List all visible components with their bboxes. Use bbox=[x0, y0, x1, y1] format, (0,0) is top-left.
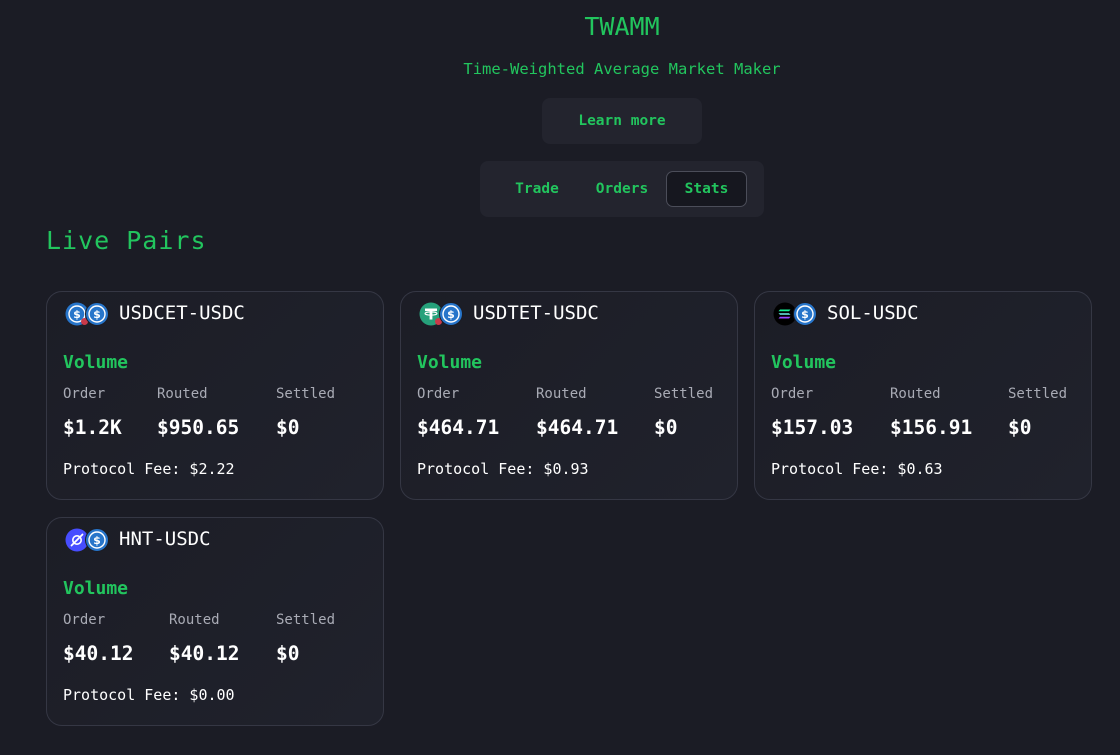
usdc-coin-icon: $ bbox=[793, 302, 817, 326]
order-label: Order bbox=[771, 386, 814, 402]
pair-icons: $ $ bbox=[65, 302, 117, 328]
pair-card-sol-usdc[interactable]: $ SOL-USDC Volume Order Routed Settled $… bbox=[754, 291, 1092, 500]
usdc-coin-icon: $ bbox=[85, 302, 109, 326]
tab-orders[interactable]: Orders bbox=[580, 171, 664, 207]
order-value: $40.12 bbox=[63, 642, 134, 665]
settled-value: $0 bbox=[276, 416, 300, 439]
routed-value: $156.91 bbox=[890, 416, 973, 439]
pair-card-hnt-usdc[interactable]: $ HNT-USDC Volume Order Routed Settled $… bbox=[46, 517, 384, 726]
pair-icons: $ bbox=[65, 528, 117, 554]
svg-text:$: $ bbox=[93, 308, 101, 321]
volume-label: Volume bbox=[417, 352, 483, 373]
pair-name: SOL-USDC bbox=[827, 302, 919, 324]
routed-label: Routed bbox=[169, 612, 220, 628]
settled-value: $0 bbox=[276, 642, 300, 665]
order-value: $1.2K bbox=[63, 416, 122, 439]
learn-more-button[interactable]: Learn more bbox=[542, 98, 702, 144]
app-subtitle: Time-Weighted Average Market Maker bbox=[463, 60, 781, 78]
tab-stats[interactable]: Stats bbox=[666, 171, 747, 207]
routed-value: $950.65 bbox=[157, 416, 240, 439]
usdc-coin-icon: $ bbox=[439, 302, 463, 326]
pair-icons: $ bbox=[773, 302, 825, 328]
routed-label: Routed bbox=[890, 386, 941, 402]
protocol-fee: Protocol Fee: $0.93 bbox=[417, 460, 589, 478]
settled-value: $0 bbox=[1008, 416, 1032, 439]
volume-label: Volume bbox=[63, 352, 129, 373]
settled-label: Settled bbox=[276, 386, 336, 402]
svg-text:$: $ bbox=[801, 308, 809, 321]
routed-label: Routed bbox=[536, 386, 587, 402]
volume-label: Volume bbox=[771, 352, 837, 373]
pair-name: HNT-USDC bbox=[119, 528, 211, 550]
routed-label: Routed bbox=[157, 386, 208, 402]
protocol-fee: Protocol Fee: $0.00 bbox=[63, 686, 235, 704]
settled-value: $0 bbox=[654, 416, 678, 439]
order-value: $464.71 bbox=[417, 416, 500, 439]
pair-card-usdtet-usdc[interactable]: $ USDTET-USDC Volume Order Routed Settle… bbox=[400, 291, 738, 500]
pair-icons: $ bbox=[419, 302, 471, 328]
routed-value: $40.12 bbox=[169, 642, 240, 665]
app-title: TWAMM bbox=[584, 12, 660, 41]
settled-label: Settled bbox=[654, 386, 714, 402]
section-title-live-pairs: Live Pairs bbox=[46, 226, 207, 255]
svg-text:$: $ bbox=[447, 308, 455, 321]
settled-label: Settled bbox=[276, 612, 336, 628]
pair-name: USDCET-USDC bbox=[119, 302, 245, 324]
svg-text:$: $ bbox=[73, 308, 81, 321]
protocol-fee: Protocol Fee: $0.63 bbox=[771, 460, 943, 478]
routed-value: $464.71 bbox=[536, 416, 619, 439]
tab-bar: Trade Orders Stats bbox=[480, 161, 764, 217]
protocol-fee: Protocol Fee: $2.22 bbox=[63, 460, 235, 478]
svg-text:$: $ bbox=[93, 534, 101, 547]
settled-label: Settled bbox=[1008, 386, 1068, 402]
order-value: $157.03 bbox=[771, 416, 854, 439]
usdc-coin-icon: $ bbox=[85, 528, 109, 552]
pair-card-usdcet-usdc[interactable]: $ $ USDCET-USDC Volume Order Routed Sett… bbox=[46, 291, 384, 500]
header: TWAMM Time-Weighted Average Market Maker… bbox=[0, 0, 1120, 230]
order-label: Order bbox=[63, 386, 106, 402]
volume-label: Volume bbox=[63, 578, 129, 599]
tab-trade[interactable]: Trade bbox=[500, 171, 574, 207]
pair-name: USDTET-USDC bbox=[473, 302, 599, 324]
order-label: Order bbox=[63, 612, 106, 628]
order-label: Order bbox=[417, 386, 460, 402]
